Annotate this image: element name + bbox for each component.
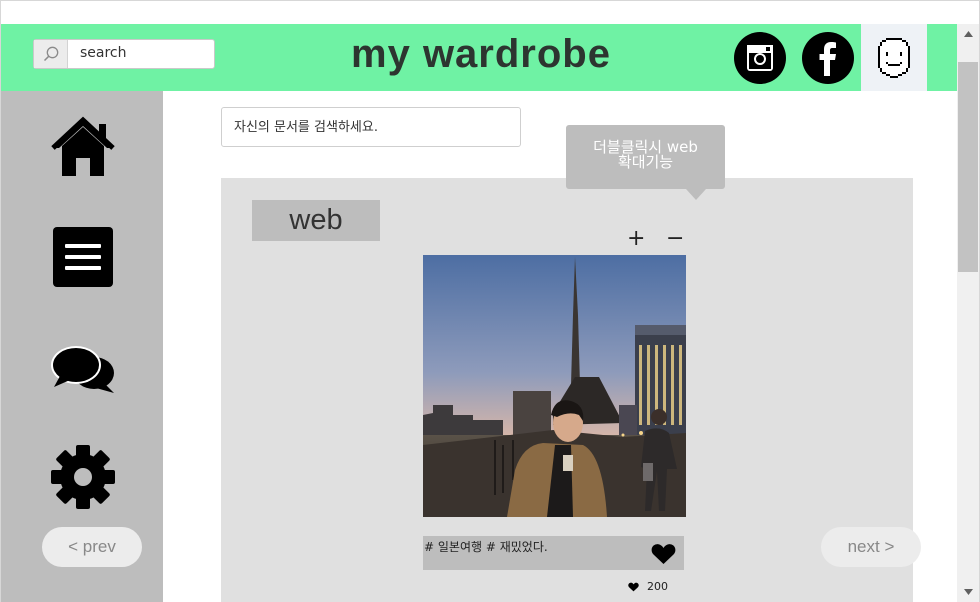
search-input[interactable]: search: [80, 45, 127, 61]
document-search-input[interactable]: [221, 107, 521, 147]
search-icon[interactable]: [34, 40, 68, 68]
vertical-scrollbar[interactable]: [957, 24, 979, 602]
scroll-up-arrow-icon[interactable]: [957, 24, 979, 44]
smiley-face-icon[interactable]: [861, 24, 927, 91]
tooltip-line-2: 확대기능: [617, 153, 674, 171]
tooltip-arrow: [686, 189, 706, 200]
facebook-icon[interactable]: [802, 32, 854, 84]
likes-count: 200: [647, 580, 668, 593]
scroll-down-arrow-icon[interactable]: [957, 582, 979, 602]
top-header: search my wardrobe: [1, 24, 957, 91]
like-heart-icon[interactable]: [651, 543, 676, 569]
post-photo[interactable]: [423, 255, 686, 517]
post-caption-bar: # 일본여행 # 재밌었다.: [423, 536, 684, 570]
content-panel: web + − # 일본여행 # 재밌었다. 200: [221, 178, 913, 602]
sidebar: < prev: [1, 91, 163, 602]
next-button[interactable]: next >: [821, 527, 921, 567]
small-heart-icon: [628, 582, 639, 591]
search-box[interactable]: search: [33, 39, 215, 69]
zoom-out-button[interactable]: −: [666, 228, 684, 250]
scroll-thumb[interactable]: [958, 62, 978, 272]
main-content: web + −: [163, 91, 957, 602]
likes-count-row: 200: [628, 580, 668, 593]
gear-icon[interactable]: [41, 443, 125, 511]
zoom-tooltip: 더블클릭시 web 확대기능: [566, 125, 725, 189]
post-caption: # 일본여행 # 재밌었다.: [424, 540, 548, 554]
chat-icon[interactable]: [41, 341, 125, 397]
category-label: web: [252, 200, 380, 241]
menu-icon[interactable]: [41, 226, 125, 288]
home-icon[interactable]: [41, 115, 125, 179]
site-title: my wardrobe: [351, 32, 611, 76]
zoom-in-button[interactable]: +: [627, 228, 645, 250]
instagram-icon[interactable]: [734, 32, 786, 84]
prev-button[interactable]: < prev: [42, 527, 142, 567]
